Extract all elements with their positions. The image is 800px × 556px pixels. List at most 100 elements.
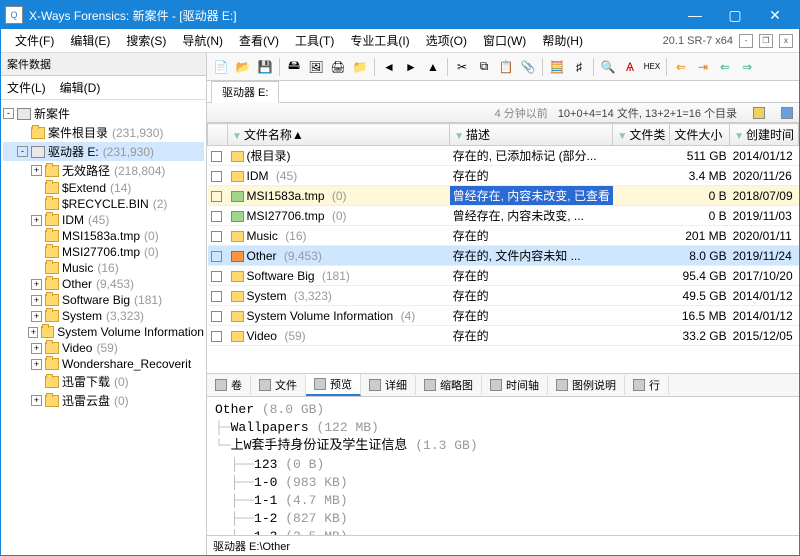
print-icon[interactable]: 🖨 <box>328 57 348 77</box>
save-icon[interactable]: 💾 <box>255 57 275 77</box>
case-tree[interactable]: -新案件案件根目录(231,930)-驱动器 E:(231,930)+无效路径(… <box>1 100 206 555</box>
detail-tab[interactable]: 文件 <box>251 375 306 395</box>
open-icon[interactable]: 📂 <box>233 57 253 77</box>
detail-tab[interactable]: 时间轴 <box>482 375 548 395</box>
table-row[interactable]: Software Big (181)存在的95.4 GB2017/10/20 <box>208 266 799 286</box>
folder-icon[interactable]: 📁 <box>350 57 370 77</box>
tree-node[interactable]: +System(3,323) <box>3 308 204 324</box>
tree-expander[interactable]: + <box>31 395 42 406</box>
table-row[interactable]: Other (9,453)存在的, 文件内容未知 ...8.0 GB2019/1… <box>208 246 799 266</box>
menu-help[interactable]: 帮助(H) <box>534 30 591 51</box>
tree-node[interactable]: +Other(9,453) <box>3 276 204 292</box>
tree-expander[interactable]: + <box>31 279 42 290</box>
col-desc[interactable]: ▼描述 <box>450 124 613 146</box>
arrow-right2-icon[interactable]: ⇒ <box>737 57 757 77</box>
detail-tab[interactable]: 行 <box>625 375 669 395</box>
tab-drive-e[interactable]: 驱动器 E: <box>211 81 279 103</box>
menu-window[interactable]: 窗口(W) <box>475 30 534 51</box>
table-row[interactable]: (根目录) 存在的, 已添加标记 (部分...511 GB2014/01/12 <box>208 146 799 166</box>
tree-node[interactable]: $Extend(14) <box>3 180 204 196</box>
tree-node[interactable]: 案件根目录(231,930) <box>3 123 204 142</box>
detail-tab[interactable]: 详细 <box>361 375 416 395</box>
tree-expander[interactable]: + <box>31 215 42 226</box>
clip-icon[interactable]: 📎 <box>518 57 538 77</box>
tree-expander[interactable]: + <box>31 311 42 322</box>
tree-node[interactable]: $RECYCLE.BIN(2) <box>3 196 204 212</box>
tree-node[interactable]: +IDM(45) <box>3 212 204 228</box>
hash-icon[interactable]: ♯ <box>569 57 589 77</box>
tree-expander[interactable]: - <box>3 108 14 119</box>
menu-search[interactable]: 搜索(S) <box>118 30 174 51</box>
detail-tab[interactable]: 卷 <box>207 375 251 395</box>
table-row[interactable]: System Volume Information (4)存在的16.5 MB2… <box>208 306 799 326</box>
menu-tools[interactable]: 工具(T) <box>287 30 342 51</box>
row-checkbox[interactable] <box>211 171 222 182</box>
file-list[interactable]: ▼文件名称▲ ▼描述 ▼文件类 文件大小 ▼创建时间 (根目录) 存在的, 已添… <box>207 123 799 373</box>
table-row[interactable]: Music (16)存在的201 MB2020/01/11 <box>208 226 799 246</box>
detail-tab[interactable]: 缩略图 <box>416 375 482 395</box>
row-checkbox[interactable] <box>211 151 222 162</box>
hex-icon[interactable]: HEX <box>642 57 662 77</box>
tree-expander[interactable]: - <box>17 146 28 157</box>
tree-node[interactable]: +System Volume Information <box>3 324 204 340</box>
col-check[interactable] <box>208 124 228 146</box>
detail-tab[interactable]: 预览 <box>306 374 361 396</box>
row-checkbox[interactable] <box>211 271 222 282</box>
col-ctime[interactable]: ▼创建时间 <box>730 124 799 146</box>
row-checkbox[interactable] <box>211 191 222 202</box>
binoculars-icon[interactable]: 🔍 <box>598 57 618 77</box>
image-icon[interactable]: 🖼 <box>306 57 326 77</box>
tree-node[interactable]: +迅雷云盘(0) <box>3 391 204 410</box>
doc-restore-button[interactable]: ❐ <box>759 34 773 48</box>
close-button[interactable]: ✕ <box>755 1 795 29</box>
copy-icon[interactable]: ⧉ <box>474 57 494 77</box>
arrow-end-icon[interactable]: ⇥ <box>693 57 713 77</box>
case-menu-edit[interactable]: 编辑(D) <box>60 79 101 96</box>
table-row[interactable]: IDM (45)存在的3.4 MB2020/11/26 <box>208 166 799 186</box>
tree-node[interactable]: +Software Big(181) <box>3 292 204 308</box>
menu-file[interactable]: 文件(F) <box>7 30 62 51</box>
row-checkbox[interactable] <box>211 291 222 302</box>
table-row[interactable]: Video (59)存在的33.2 GB2015/12/05 <box>208 326 799 346</box>
doc-close-button[interactable]: x <box>779 34 793 48</box>
preview-pane[interactable]: Other (8.0 GB) ├─Wallpapers (122 MB) └─上… <box>207 397 799 535</box>
legend-blue-icon[interactable] <box>781 107 793 119</box>
menu-protools[interactable]: 专业工具(I) <box>342 30 417 51</box>
find-icon[interactable]: Ѧ <box>620 57 640 77</box>
tree-node[interactable]: MSI27706.tmp(0) <box>3 244 204 260</box>
row-checkbox[interactable] <box>211 311 222 322</box>
up-icon[interactable]: ▲ <box>423 57 443 77</box>
row-checkbox[interactable] <box>211 251 222 262</box>
tree-expander[interactable]: + <box>31 295 42 306</box>
cut-icon[interactable]: ✂ <box>452 57 472 77</box>
tree-node[interactable]: 迅雷下载(0) <box>3 372 204 391</box>
table-row[interactable]: MSI1583a.tmp (0)曾经存在, 内容未改变, 已查看0 B2018/… <box>208 186 799 206</box>
case-menu-file[interactable]: 文件(L) <box>7 79 46 96</box>
tree-node[interactable]: MSI1583a.tmp(0) <box>3 228 204 244</box>
calc-icon[interactable]: 🧮 <box>547 57 567 77</box>
tree-node[interactable]: -驱动器 E:(231,930) <box>3 142 204 161</box>
tree-node[interactable]: +无效路径(218,804) <box>3 161 204 180</box>
row-checkbox[interactable] <box>211 211 222 222</box>
menu-view[interactable]: 查看(V) <box>231 30 287 51</box>
tree-expander[interactable]: + <box>31 359 42 370</box>
table-row[interactable]: System (3,323)存在的49.5 GB2014/01/12 <box>208 286 799 306</box>
tree-node[interactable]: Music(16) <box>3 260 204 276</box>
table-row[interactable]: MSI27706.tmp (0)曾经存在, 内容未改变, ...0 B2019/… <box>208 206 799 226</box>
maximize-button[interactable]: ▢ <box>715 1 755 29</box>
tree-node[interactable]: +Video(59) <box>3 340 204 356</box>
col-ext[interactable]: ▼文件类 <box>613 124 670 146</box>
menu-edit[interactable]: 编辑(E) <box>62 30 118 51</box>
minimize-button[interactable]: — <box>675 1 715 29</box>
row-checkbox[interactable] <box>211 231 222 242</box>
tree-node[interactable]: -新案件 <box>3 104 204 123</box>
arrow-left2-icon[interactable]: ⇐ <box>715 57 735 77</box>
col-name[interactable]: ▼文件名称▲ <box>228 124 450 146</box>
drive-icon[interactable]: 🖴 <box>284 57 304 77</box>
menu-nav[interactable]: 导航(N) <box>174 30 231 51</box>
tree-expander[interactable]: + <box>28 327 38 338</box>
tree-expander[interactable]: + <box>31 343 42 354</box>
legend-yellow-icon[interactable] <box>753 107 765 119</box>
detail-tab[interactable]: 图例说明 <box>548 375 625 395</box>
tree-node[interactable]: +Wondershare_Recoverit <box>3 356 204 372</box>
